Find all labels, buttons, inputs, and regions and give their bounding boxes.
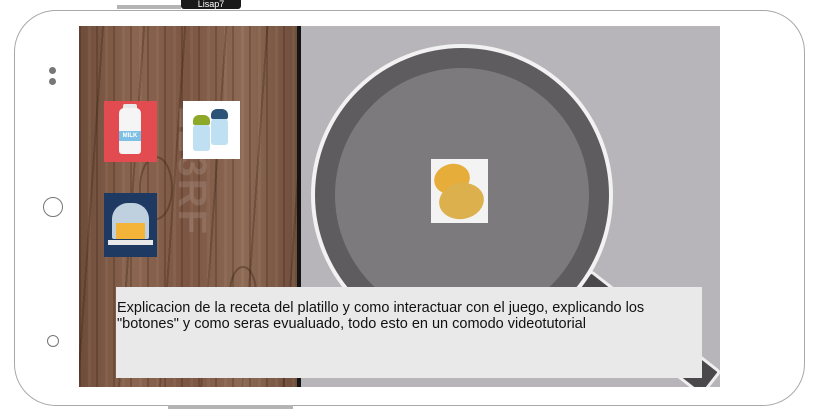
- home-button[interactable]: [43, 197, 63, 217]
- camera-icon: [47, 335, 59, 347]
- salt-pepper-ingredient[interactable]: [183, 101, 240, 159]
- volume-button: [117, 5, 181, 9]
- butter-ingredient[interactable]: [104, 193, 157, 257]
- pepper-shaker-icon: [211, 117, 228, 145]
- instructions-box: Explicacion de la receta del platillo y …: [116, 287, 702, 378]
- salt-shaker-top: [193, 115, 210, 125]
- milk-label: MILK: [119, 131, 141, 141]
- potatoes-item[interactable]: [430, 159, 488, 223]
- salt-shaker-icon: [193, 123, 210, 151]
- top-tab-label: Lisap7: [181, 0, 241, 9]
- pepper-shaker-top: [211, 109, 228, 119]
- butter-icon: [116, 223, 145, 239]
- milk-ingredient[interactable]: MILK: [104, 101, 157, 162]
- speaker-dot: [49, 78, 56, 85]
- instructions-text: Explicacion de la receta del platillo y …: [117, 300, 645, 332]
- power-button: [168, 405, 293, 409]
- butter-plate: [108, 240, 153, 245]
- speaker-dot: [49, 67, 56, 74]
